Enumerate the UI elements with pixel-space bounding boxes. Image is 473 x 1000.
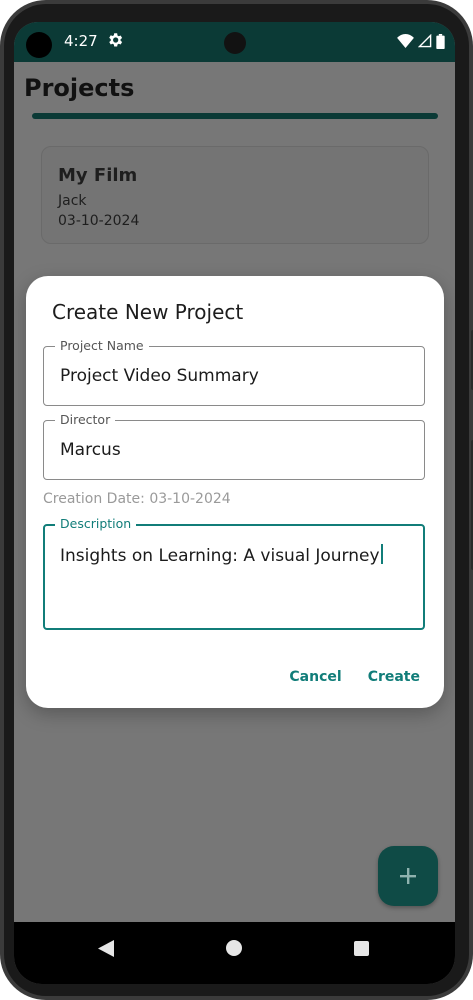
home-icon[interactable] (226, 940, 242, 956)
dialog-actions: Cancel Create (289, 669, 420, 685)
project-title: My Film (58, 165, 138, 186)
create-button[interactable]: Create (368, 669, 420, 685)
status-icons (397, 33, 445, 49)
director-label: Director (55, 412, 116, 427)
navigation-bar (14, 922, 455, 984)
project-name-value[interactable]: Project Video Summary (60, 366, 259, 386)
create-project-dialog: Create New Project Project Name Project … (26, 276, 444, 708)
plus-icon (400, 868, 416, 884)
description-label: Description (55, 516, 137, 531)
status-time: 4:27 (64, 32, 98, 50)
director-value[interactable]: Marcus (60, 440, 121, 460)
recents-icon[interactable] (354, 941, 369, 956)
page-title: Projects (24, 74, 135, 102)
project-name-field[interactable]: Project Name Project Video Summary (43, 338, 425, 406)
battery-icon (436, 33, 445, 49)
gear-icon (109, 33, 123, 47)
cell-signal-icon (418, 34, 432, 48)
wifi-icon (397, 34, 414, 48)
back-icon[interactable] (98, 940, 114, 957)
project-director: Jack (58, 193, 87, 209)
description-value-wrap[interactable]: Insights on Learning: A visual Journey (60, 544, 383, 566)
progress-bar (32, 113, 438, 119)
status-bar: 4:27 (14, 22, 455, 62)
project-name-label: Project Name (55, 338, 149, 353)
dialog-title: Create New Project (52, 300, 244, 324)
creation-date: Creation Date: 03-10-2024 (43, 491, 231, 507)
cancel-button[interactable]: Cancel (289, 669, 341, 685)
screen: 4:27 Projects My Film Jack 03-10-2024 Cr… (14, 22, 455, 984)
text-cursor (380, 544, 383, 564)
project-card[interactable]: My Film Jack 03-10-2024 (41, 146, 429, 244)
description-field[interactable]: Description Insights on Learning: A visu… (43, 516, 425, 630)
front-camera (224, 32, 246, 54)
description-value[interactable]: Insights on Learning: A visual Journey (60, 546, 380, 566)
add-project-button[interactable] (378, 846, 438, 906)
phone-frame: 4:27 Projects My Film Jack 03-10-2024 Cr… (0, 0, 473, 1000)
camera-cutout (26, 32, 52, 58)
director-field[interactable]: Director Marcus (43, 412, 425, 480)
project-date: 03-10-2024 (58, 213, 140, 229)
